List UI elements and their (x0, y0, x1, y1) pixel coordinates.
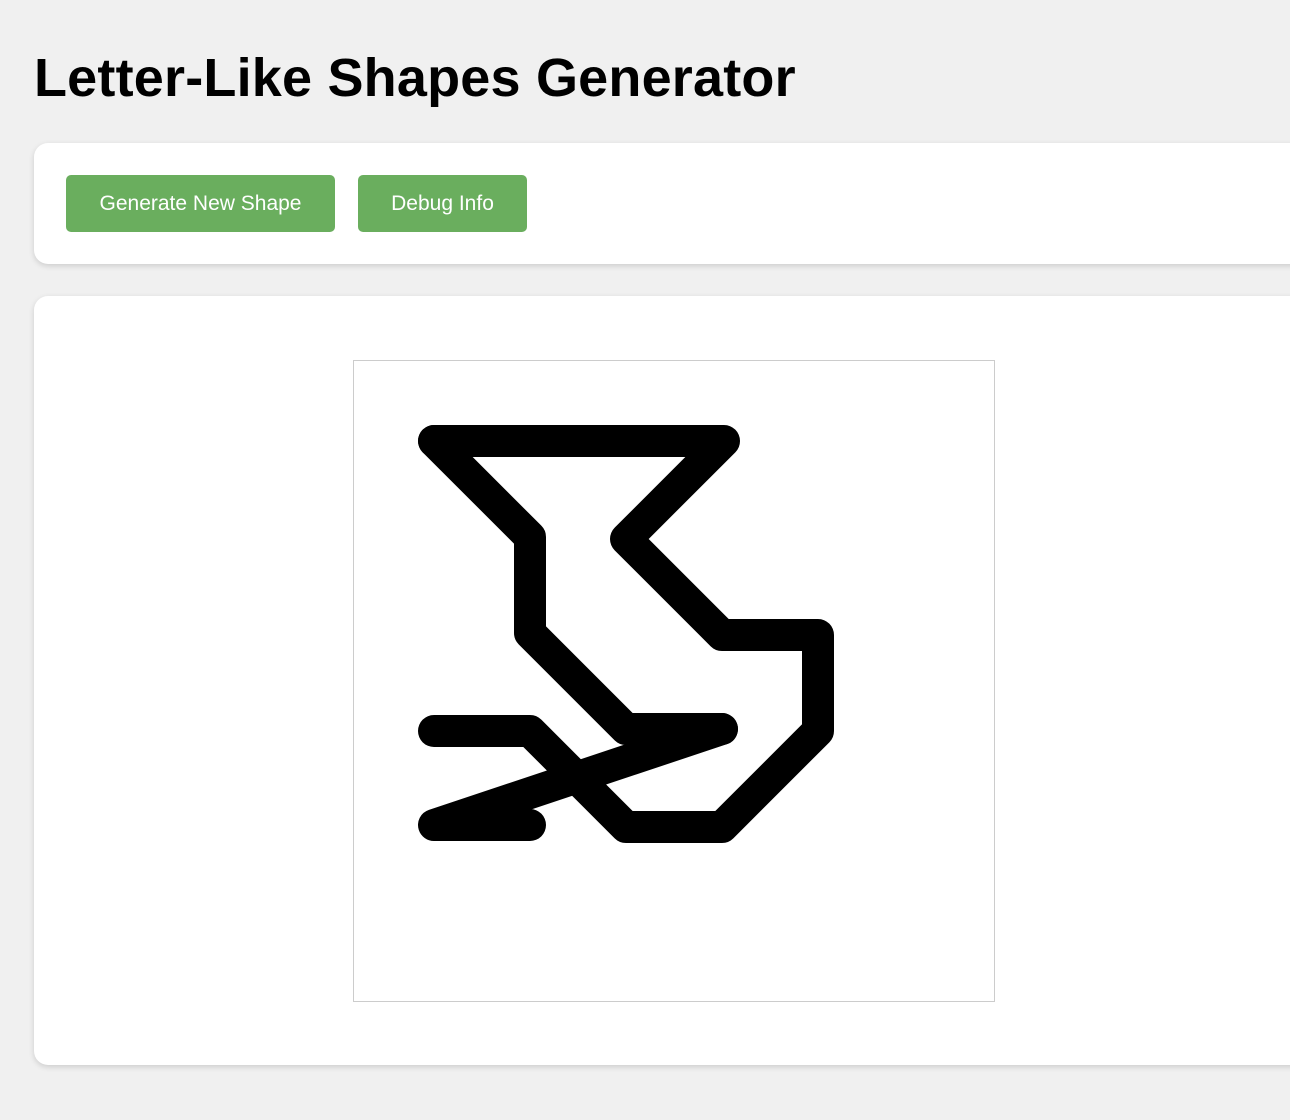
shape-drawing (418, 425, 834, 843)
canvas-panel (34, 296, 1290, 1065)
page: Letter-Like Shapes Generator Generate Ne… (0, 0, 1290, 1120)
controls-panel: Generate New Shape Debug Info (34, 143, 1290, 264)
shape-canvas[interactable] (353, 360, 995, 1002)
generate-new-shape-button[interactable]: Generate New Shape (66, 175, 335, 232)
debug-info-button[interactable]: Debug Info (358, 175, 527, 232)
page-title: Letter-Like Shapes Generator (34, 48, 796, 108)
